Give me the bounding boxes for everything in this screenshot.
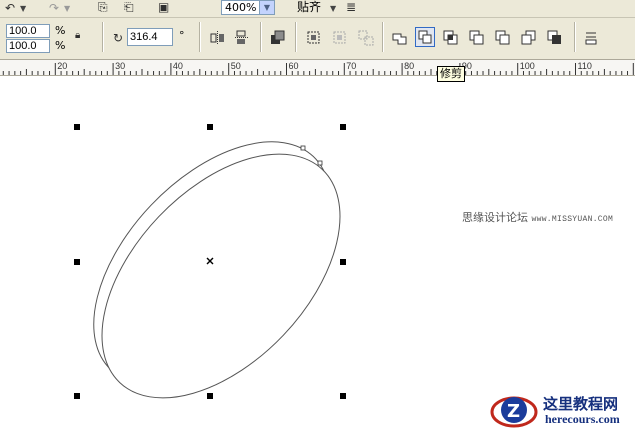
create-boundary-icon: [547, 30, 561, 44]
back-minus-front-button[interactable]: [519, 28, 539, 48]
redo-dropdown-icon[interactable]: ▼: [64, 2, 70, 16]
simplify-icon: [469, 30, 484, 45]
ruler-tick-label: 50: [231, 61, 241, 71]
snap-dropdown-icon[interactable]: ▼: [330, 2, 336, 16]
arrange-button[interactable]: [268, 28, 288, 48]
selection-handle-top-right: [340, 124, 346, 130]
convert-to-curves-icon: [585, 32, 597, 45]
forum-watermark: 思缘设计论坛 www.MISSYUAN.COM: [462, 209, 613, 225]
ruler-tick-label: 60: [289, 61, 299, 71]
create-boundary-button[interactable]: [545, 28, 565, 48]
ungroup-icon: [333, 31, 346, 44]
weld-icon: [392, 33, 407, 45]
scale-x-field[interactable]: 100.0: [6, 24, 50, 38]
scale-y-field[interactable]: 100.0: [6, 39, 50, 53]
svg-text:Z: Z: [507, 401, 520, 422]
ruler-tick-label: 30: [115, 61, 125, 71]
selection-handle-right: [340, 259, 346, 265]
mirror-horizontal-icon: [210, 31, 224, 45]
front-minus-back-button[interactable]: [493, 28, 513, 48]
selection-handle-left: [74, 259, 80, 265]
rotation-angle-field[interactable]: 316.4: [127, 28, 173, 46]
logo-icon: Z: [490, 396, 538, 428]
mirror-vertical-button[interactable]: [233, 28, 253, 48]
ungroup-all-button[interactable]: [356, 28, 376, 48]
ruler-tick-label: 100: [520, 61, 535, 71]
zoom-dropdown-button[interactable]: ▼: [259, 0, 275, 15]
selection-handle-top: [207, 124, 213, 130]
selection-handle-bottom-right: [340, 393, 346, 399]
redo-icon[interactable]: ↷: [49, 1, 59, 15]
ungroup-all-icon: [358, 30, 374, 46]
ruler-tick-label: 20: [57, 61, 67, 71]
node-handle: [317, 160, 323, 166]
undo-icon[interactable]: ↶: [5, 1, 15, 15]
ruler-tick-label: 110: [578, 61, 592, 71]
convert-to-curves-button[interactable]: [581, 28, 601, 48]
trim-button[interactable]: [415, 27, 435, 47]
app-launcher-icon[interactable]: ▣: [158, 0, 169, 14]
snap-settings-icon[interactable]: ≣: [346, 0, 356, 14]
intersect-button[interactable]: [441, 28, 461, 48]
standard-toolbar: ↶ ▼ ↷ ▼ ⎘ ⎗ ▣ 400% ▼ 贴齐 ▼ ≣: [0, 0, 635, 18]
snap-to-button[interactable]: 贴齐: [297, 1, 321, 14]
logo-title: 这里教程网: [543, 395, 619, 413]
selection-handle-top-left: [74, 124, 80, 130]
intersect-icon: [443, 30, 458, 45]
arrange-icon: [271, 30, 285, 44]
weld-button[interactable]: [390, 28, 410, 48]
lock-ratio-icon[interactable]: 🔒︎: [75, 29, 80, 43]
ungroup-button[interactable]: [330, 28, 350, 48]
mirror-horizontal-button[interactable]: [208, 28, 228, 48]
selection-handle-bottom: [207, 393, 213, 399]
rotate-icon: ↻: [113, 31, 124, 45]
degree-unit: °: [179, 29, 185, 42]
ruler-tick-label: 70: [346, 61, 356, 71]
drawing-canvas[interactable]: [0, 76, 635, 432]
horizontal-ruler[interactable]: 2030405060708090100110120: [0, 60, 635, 76]
back-minus-front-icon: [521, 30, 536, 45]
scale-y-unit: %: [55, 39, 66, 52]
forum-site: www.MISSYUAN.COM: [531, 215, 614, 224]
mirror-vertical-icon: [235, 30, 249, 44]
drawing-area: [74, 124, 346, 399]
ruler-scale: 2030405060708090100110120: [2, 61, 634, 75]
node-handle: [300, 145, 306, 151]
undo-dropdown-icon[interactable]: ▼: [20, 2, 26, 16]
front-minus-back-icon: [495, 30, 510, 45]
group-button[interactable]: [304, 28, 324, 48]
ruler-tick-label: 80: [404, 61, 414, 71]
group-icon: [307, 31, 320, 44]
simplify-button[interactable]: [467, 28, 487, 48]
trim-icon: [418, 30, 432, 44]
ruler-tick-label: 40: [173, 61, 183, 71]
logo-url: herecours.com: [545, 412, 620, 426]
import-icon[interactable]: ⎘: [98, 0, 108, 14]
property-bar: 100.0 100.0 % % 🔒︎ ↻ 316.4 °: [0, 18, 635, 60]
forum-name: 思缘设计论坛: [462, 211, 528, 224]
scale-x-unit: %: [55, 24, 66, 37]
export-icon[interactable]: ⎗: [124, 0, 134, 14]
selection-handle-bottom-left: [74, 393, 80, 399]
